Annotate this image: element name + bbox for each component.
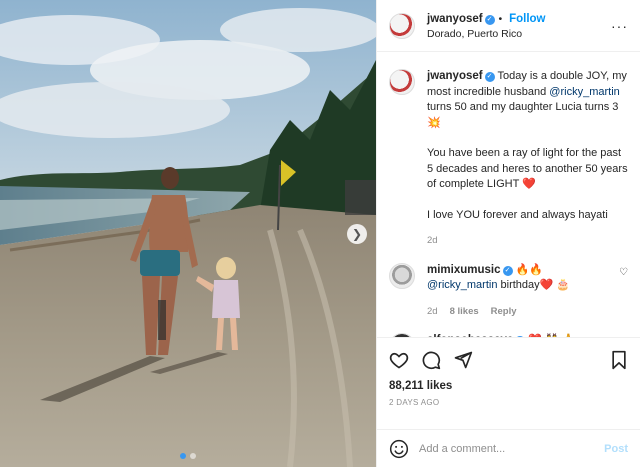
comment-likes[interactable]: 8 likes xyxy=(450,304,479,320)
separator-dot: • xyxy=(498,12,503,25)
beach-photo xyxy=(0,0,376,467)
author-username[interactable]: jwanyosef xyxy=(427,13,483,25)
share-icon[interactable] xyxy=(453,350,473,370)
caption-body: jwanyosef ✓ Today is a double JOY, my mos… xyxy=(427,69,628,249)
likes-count[interactable]: 88,211 likes xyxy=(389,380,628,392)
post-photo[interactable]: ❯ xyxy=(0,0,376,467)
emoji-icon[interactable] xyxy=(389,439,409,459)
comment-reply-button[interactable]: Reply xyxy=(491,304,517,320)
caption: jwanyosef ✓ Today is a double JOY, my mos… xyxy=(389,69,628,249)
comment-body: mimixumusic ✓ 🔥🔥 @ricky_martin birthday❤️… xyxy=(427,263,611,320)
post-date[interactable]: 2 DAYS AGO xyxy=(389,398,628,407)
comment-avatar[interactable] xyxy=(389,262,415,289)
post-panel: jwanyosef ✓ • Follow Dorado, Puerto Rico … xyxy=(376,0,640,467)
author-info: jwanyosef ✓ • Follow Dorado, Puerto Rico xyxy=(427,10,546,42)
caption-time[interactable]: 2d xyxy=(427,233,438,249)
caption-text-cont: turns 50 and my daughter Lucia turns 3 💥 xyxy=(427,101,619,129)
comment-time[interactable]: 2d xyxy=(427,304,438,320)
post-actions: 88,211 likes 2 DAYS AGO xyxy=(377,337,640,407)
comment-username[interactable]: mimixumusic xyxy=(427,264,501,276)
author-avatar[interactable] xyxy=(389,12,415,39)
verified-badge-icon: ✓ xyxy=(502,265,513,276)
follow-button[interactable]: Follow xyxy=(509,13,545,25)
carousel-dot-active xyxy=(180,453,186,459)
bookmark-icon[interactable] xyxy=(610,350,628,370)
comment-meta: 2d 8 likes Reply xyxy=(427,304,611,320)
carousel-next-button[interactable]: ❯ xyxy=(347,224,367,244)
comment-text-cont: birthday❤️ 🎂 xyxy=(497,279,571,291)
carousel-dot xyxy=(190,453,196,459)
heart-icon[interactable] xyxy=(389,350,409,370)
action-bar xyxy=(389,338,628,382)
caption-mention[interactable]: @ricky_martin xyxy=(549,86,619,98)
comment-icon[interactable] xyxy=(421,350,441,370)
post-comment-button[interactable]: Post xyxy=(604,443,628,455)
carousel-dots xyxy=(0,453,376,459)
post-header: jwanyosef ✓ • Follow Dorado, Puerto Rico … xyxy=(377,0,640,52)
instagram-post: ❯ jwanyosef ✓ • Follow Dorado, Puerto Ric… xyxy=(0,0,640,467)
comment-item: mimixumusic ✓ 🔥🔥 @ricky_martin birthday❤️… xyxy=(389,262,628,320)
comment-mention[interactable]: @ricky_martin xyxy=(427,279,497,291)
comment-composer: Post xyxy=(377,429,640,467)
comment-text: 🔥🔥 xyxy=(512,263,543,276)
post-location[interactable]: Dorado, Puerto Rico xyxy=(427,27,546,42)
comment-input[interactable] xyxy=(419,442,605,455)
verified-badge-icon: ✓ xyxy=(484,14,495,25)
comments-section[interactable]: jwanyosef ✓ Today is a double JOY, my mos… xyxy=(377,53,640,337)
verified-badge-icon: ✓ xyxy=(484,72,495,82)
caption-paragraph-3: I love YOU forever and always hayati xyxy=(427,208,608,221)
more-options-icon[interactable]: ··· xyxy=(611,18,628,34)
chevron-right-icon: ❯ xyxy=(351,227,363,241)
caption-paragraph-2: You have been a ray of light for the pas… xyxy=(427,147,628,190)
comment-like-heart-icon[interactable]: ♡ xyxy=(619,263,628,320)
caption-username[interactable]: jwanyosef xyxy=(427,70,483,82)
caption-avatar[interactable] xyxy=(389,69,415,95)
caption-meta: 2d xyxy=(427,233,628,249)
